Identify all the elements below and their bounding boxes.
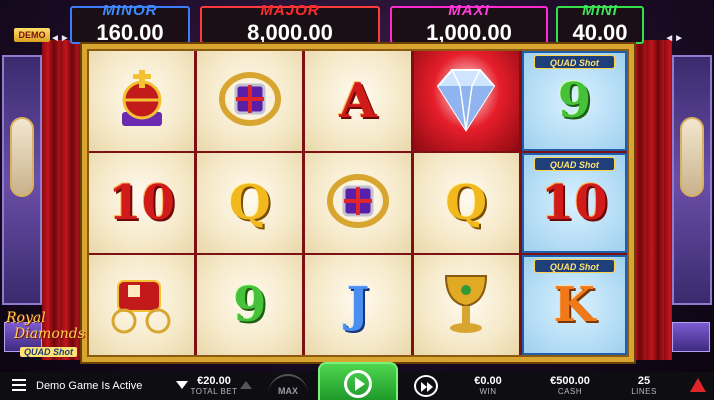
carriage-icon xyxy=(104,271,180,340)
menu-icon[interactable] xyxy=(12,379,26,391)
spin-button[interactable] xyxy=(318,362,398,400)
jackpot-minor-value: 160.00 xyxy=(96,20,164,45)
reel-cell xyxy=(413,51,519,151)
reels[interactable]: 10 Q 9 A J Q QUAD Shot 9 QUAD Shot 10 QUAD Shot K xyxy=(87,49,629,357)
arrow-left-icon: ◄► xyxy=(50,33,70,44)
quad-shot-tag: QUAD Shot xyxy=(533,259,616,273)
jackpot-maxi-value: 1,000.00 xyxy=(426,20,512,45)
win-value: €0.00 xyxy=(474,375,502,387)
brand-logo-icon xyxy=(690,378,706,392)
autoplay-button[interactable] xyxy=(414,375,438,397)
symbol-text: J xyxy=(346,277,370,333)
reel-frame: 10 Q 9 A J Q QUAD Shot 9 QUAD Shot 10 QUAD Shot K xyxy=(82,44,634,362)
demo-badge: DEMO xyxy=(14,28,50,42)
total-bet-value: €20.00 xyxy=(197,375,231,387)
right-pedestal xyxy=(672,322,710,352)
right-mirror xyxy=(680,117,704,197)
symbol-text: 9 xyxy=(557,73,592,129)
quad-shot-tag: QUAD Shot xyxy=(533,157,616,171)
reel-cell: QUAD Shot K xyxy=(521,255,628,355)
jackpot-minor: MINOR 160.00 xyxy=(70,2,190,45)
symbol-text: 10 xyxy=(541,175,608,231)
quad-shot-tag: QUAD Shot xyxy=(533,55,616,69)
symbol-text: 10 xyxy=(108,175,175,231)
symbol-text: K xyxy=(553,277,596,333)
jackpot-maxi-title: MAXI xyxy=(448,2,490,19)
logo-line1: Royal xyxy=(6,310,46,326)
reel-cell xyxy=(305,153,411,253)
lines-label: LINES xyxy=(631,387,657,396)
reel-1: 10 xyxy=(89,51,195,355)
symbol-text: A xyxy=(339,73,377,129)
reel-4: Q xyxy=(413,51,519,355)
jackpot-mini-title: MINI xyxy=(582,2,618,19)
orb-crown-icon xyxy=(112,64,172,139)
bet-increase-icon[interactable] xyxy=(240,381,252,389)
game-stage: MINOR 160.00 MAJOR 8,000.00 MAXI 1,000.0… xyxy=(0,0,714,372)
reel-2: Q9 xyxy=(197,51,303,355)
total-bet: €20.00 TOTAL BET xyxy=(188,375,240,396)
symbol-text: Q xyxy=(445,175,488,231)
lines-value: 25 xyxy=(637,375,651,387)
jackpot-minor-title: MINOR xyxy=(102,2,158,19)
ring-icon xyxy=(326,173,390,234)
reel-cell: 9 xyxy=(197,255,303,355)
ring-icon xyxy=(218,71,282,132)
reel-cell: A xyxy=(305,51,411,151)
win-label: WIN xyxy=(479,387,497,396)
reel-5: QUAD Shot 9 QUAD Shot 10 QUAD Shot K xyxy=(521,51,628,355)
logo-line3: QUAD Shot xyxy=(20,347,77,357)
cash-value: €500.00 xyxy=(550,375,590,387)
jackpot-mini-value: 40.00 xyxy=(572,20,628,45)
reel-3: AJ xyxy=(305,51,411,355)
reel-cell: Q xyxy=(413,153,519,253)
diamond-icon xyxy=(424,64,508,139)
symbol-text: Q xyxy=(228,175,271,231)
demo-status-text: Demo Game Is Active xyxy=(36,380,143,392)
reel-cell xyxy=(89,255,195,355)
win: €0.00 WIN xyxy=(462,375,514,396)
jackpot-mini: MINI 40.00 xyxy=(556,2,644,45)
max-bet-label: MAX xyxy=(278,386,298,396)
reel-cell: J xyxy=(305,255,411,355)
right-side-panel xyxy=(672,55,712,305)
reel-cell: QUAD Shot 10 xyxy=(521,153,628,253)
symbol-text: 9 xyxy=(233,277,267,333)
lines: 25 LINES xyxy=(626,375,662,396)
cash-label: CASH xyxy=(557,387,583,396)
bet-decrease-icon[interactable] xyxy=(176,381,188,389)
reel-cell xyxy=(197,51,303,151)
reel-cell xyxy=(89,51,195,151)
jackpot-major-title: MAJOR xyxy=(260,2,320,19)
chalice-icon xyxy=(438,268,494,343)
jackpot-major-value: 8,000.00 xyxy=(247,20,333,45)
cash: €500.00 CASH xyxy=(540,375,600,396)
left-mirror xyxy=(10,117,34,197)
reel-cell: QUAD Shot 9 xyxy=(521,51,628,151)
reel-cell: Q xyxy=(197,153,303,253)
left-side-panel xyxy=(2,55,42,305)
logo-line2: Diamonds xyxy=(14,326,85,342)
jackpot-major: MAJOR 8,000.00 xyxy=(200,2,380,45)
spin-play-icon xyxy=(355,377,365,391)
reel-cell: 10 xyxy=(89,153,195,253)
game-logo: Royal Diamonds QUAD Shot xyxy=(6,310,86,360)
arrow-right-icon: ◄► xyxy=(664,33,684,44)
reel-cell xyxy=(413,255,519,355)
jackpot-maxi: MAXI 1,000.00 xyxy=(390,2,548,45)
total-bet-label: TOTAL BET xyxy=(190,387,238,396)
